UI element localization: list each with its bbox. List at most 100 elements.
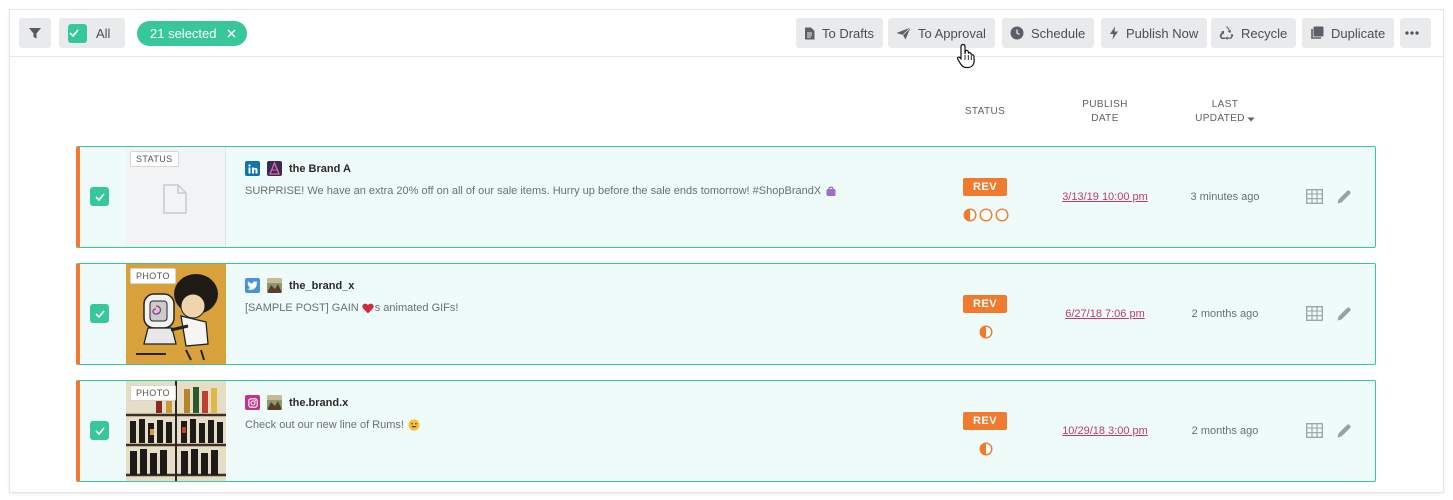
post-text[interactable]: [SAMPLE POST] GAIN s animated GIFs! xyxy=(245,302,458,314)
last-updated-text: 2 months ago xyxy=(1191,425,1259,437)
status-header-label: STATUS xyxy=(964,106,1006,117)
status-badge[interactable]: REV xyxy=(963,178,1007,196)
row-checkbox[interactable] xyxy=(90,187,109,206)
sort-down-icon xyxy=(1247,117,1255,121)
account-handle[interactable]: the_brand_x xyxy=(289,280,354,292)
table-view-icon[interactable] xyxy=(1306,306,1323,321)
publish-date-link[interactable]: 10/29/18 3:00 pm xyxy=(1030,425,1180,437)
check-icon xyxy=(94,192,105,201)
status-column-header: STATUS xyxy=(955,105,1015,119)
duplicate-icon xyxy=(1311,26,1324,39)
table-view-icon[interactable] xyxy=(1306,423,1323,438)
to-drafts-button[interactable]: To Drafts xyxy=(796,18,884,48)
brand-avatar xyxy=(267,278,282,293)
brand-avatar xyxy=(267,161,282,176)
publish-date-link[interactable]: 6/27/18 7:06 pm xyxy=(1030,308,1180,320)
empty-circle-icon xyxy=(995,208,1009,222)
recycle-icon xyxy=(1219,26,1234,40)
lightning-icon xyxy=(1110,26,1118,40)
post-meta: the.brand.x xyxy=(245,395,348,410)
document-icon xyxy=(805,27,815,39)
publish-date-column-header[interactable]: PUBLISH DATE xyxy=(1070,98,1140,126)
half-filled-circle-icon xyxy=(979,442,993,456)
hand-pointer-cursor-icon xyxy=(956,43,975,69)
approval-steps[interactable] xyxy=(979,442,995,456)
post-type-label: PHOTO xyxy=(130,385,176,401)
schedule-button[interactable]: Schedule xyxy=(1002,18,1095,48)
post-meta: the Brand A xyxy=(245,161,351,176)
post-text-content: SURPRISE! We have an extra 20% off on al… xyxy=(245,185,822,197)
last-updated-column-header[interactable]: LAST UPDATED xyxy=(1190,98,1260,126)
post-thumbnail[interactable]: PHOTO xyxy=(126,264,226,364)
more-icon xyxy=(1405,31,1419,35)
post-text-content-end: s animated GIFs! xyxy=(374,302,459,314)
post-thumbnail[interactable]: STATUS xyxy=(126,147,226,247)
account-handle[interactable]: the Brand A xyxy=(289,163,351,175)
edit-pencil-icon[interactable] xyxy=(1336,423,1352,439)
duplicate-label: Duplicate xyxy=(1331,25,1386,41)
status-badge[interactable]: REV xyxy=(963,412,1007,430)
recycle-button[interactable]: Recycle xyxy=(1211,18,1297,48)
clock-icon xyxy=(1010,26,1024,40)
brand-avatar xyxy=(267,395,282,410)
post-row[interactable]: PHOTO the.brand.x Check out our new line… xyxy=(76,380,1376,482)
post-text-content: [SAMPLE POST] GAIN xyxy=(245,302,359,314)
approval-steps[interactable] xyxy=(963,208,1011,222)
account-handle[interactable]: the.brand.x xyxy=(289,397,348,409)
last-updated-text: 3 minutes ago xyxy=(1190,191,1260,203)
empty-circle-icon xyxy=(979,208,993,222)
post-text[interactable]: SURPRISE! We have an extra 20% off on al… xyxy=(245,185,837,197)
selected-count-pill[interactable]: 21 selected xyxy=(137,21,247,46)
edit-pencil-icon[interactable] xyxy=(1336,306,1352,322)
to-approval-label: To Approval xyxy=(918,25,986,41)
linkedin-icon xyxy=(245,161,260,176)
post-meta: the_brand_x xyxy=(245,278,354,293)
document-placeholder-icon xyxy=(163,184,187,214)
last-updated-text: 2 months ago xyxy=(1191,308,1259,320)
post-type-label: PHOTO xyxy=(130,268,176,284)
post-list-panel: All 21 selected To Drafts To Approval Sc… xyxy=(10,10,1443,492)
twitter-icon xyxy=(245,278,260,293)
last-updated-header-line1: LAST xyxy=(1211,99,1239,110)
post-type-label: STATUS xyxy=(130,151,179,167)
selected-count-label: 21 selected xyxy=(150,26,217,41)
publish-now-button[interactable]: Publish Now xyxy=(1101,18,1208,48)
post-row[interactable]: STATUS the Brand A SURPRISE! We have an … xyxy=(76,146,1376,248)
duplicate-button[interactable]: Duplicate xyxy=(1302,18,1395,48)
more-actions-button[interactable] xyxy=(1400,18,1431,48)
select-all-checkbox[interactable] xyxy=(68,23,87,43)
shopping-bag-emoji-icon xyxy=(825,185,837,197)
select-all-label: All xyxy=(96,25,111,41)
filter-button[interactable] xyxy=(19,18,51,48)
check-icon xyxy=(69,29,79,37)
half-filled-circle-icon xyxy=(963,208,977,222)
edit-pencil-icon[interactable] xyxy=(1336,189,1352,205)
to-approval-button[interactable]: To Approval xyxy=(888,18,995,48)
to-drafts-label: To Drafts xyxy=(822,25,875,41)
post-text[interactable]: Check out our new line of Rums! xyxy=(245,419,420,431)
table-view-icon[interactable] xyxy=(1306,189,1323,204)
post-thumbnail[interactable]: PHOTO xyxy=(126,381,226,481)
heart-emoji-icon xyxy=(362,303,374,314)
publish-date-header-line1: PUBLISH xyxy=(1082,99,1128,110)
post-row[interactable]: PHOTO the_brand_x [SAMPLE POST] GAIN s a… xyxy=(76,263,1376,365)
instagram-icon xyxy=(245,395,260,410)
clear-selection-icon[interactable] xyxy=(227,29,236,38)
check-icon xyxy=(94,426,105,435)
publish-date-header-line2: DATE xyxy=(1091,113,1119,124)
approval-steps[interactable] xyxy=(979,325,995,339)
status-badge[interactable]: REV xyxy=(963,295,1007,313)
select-all-button[interactable]: All xyxy=(59,18,125,48)
publish-now-label: Publish Now xyxy=(1126,25,1199,41)
last-updated-header-line2: UPDATED xyxy=(1195,113,1245,124)
bulk-action-toolbar: All 21 selected To Drafts To Approval Sc… xyxy=(10,10,1443,57)
filter-icon xyxy=(29,28,41,39)
row-checkbox[interactable] xyxy=(90,421,109,440)
paper-plane-icon xyxy=(896,26,911,39)
check-icon xyxy=(94,309,105,318)
publish-date-link[interactable]: 3/13/19 10:00 pm xyxy=(1030,191,1180,203)
schedule-label: Schedule xyxy=(1031,25,1086,41)
row-checkbox[interactable] xyxy=(90,304,109,323)
recycle-label: Recycle xyxy=(1241,25,1288,41)
half-filled-circle-icon xyxy=(979,325,993,339)
